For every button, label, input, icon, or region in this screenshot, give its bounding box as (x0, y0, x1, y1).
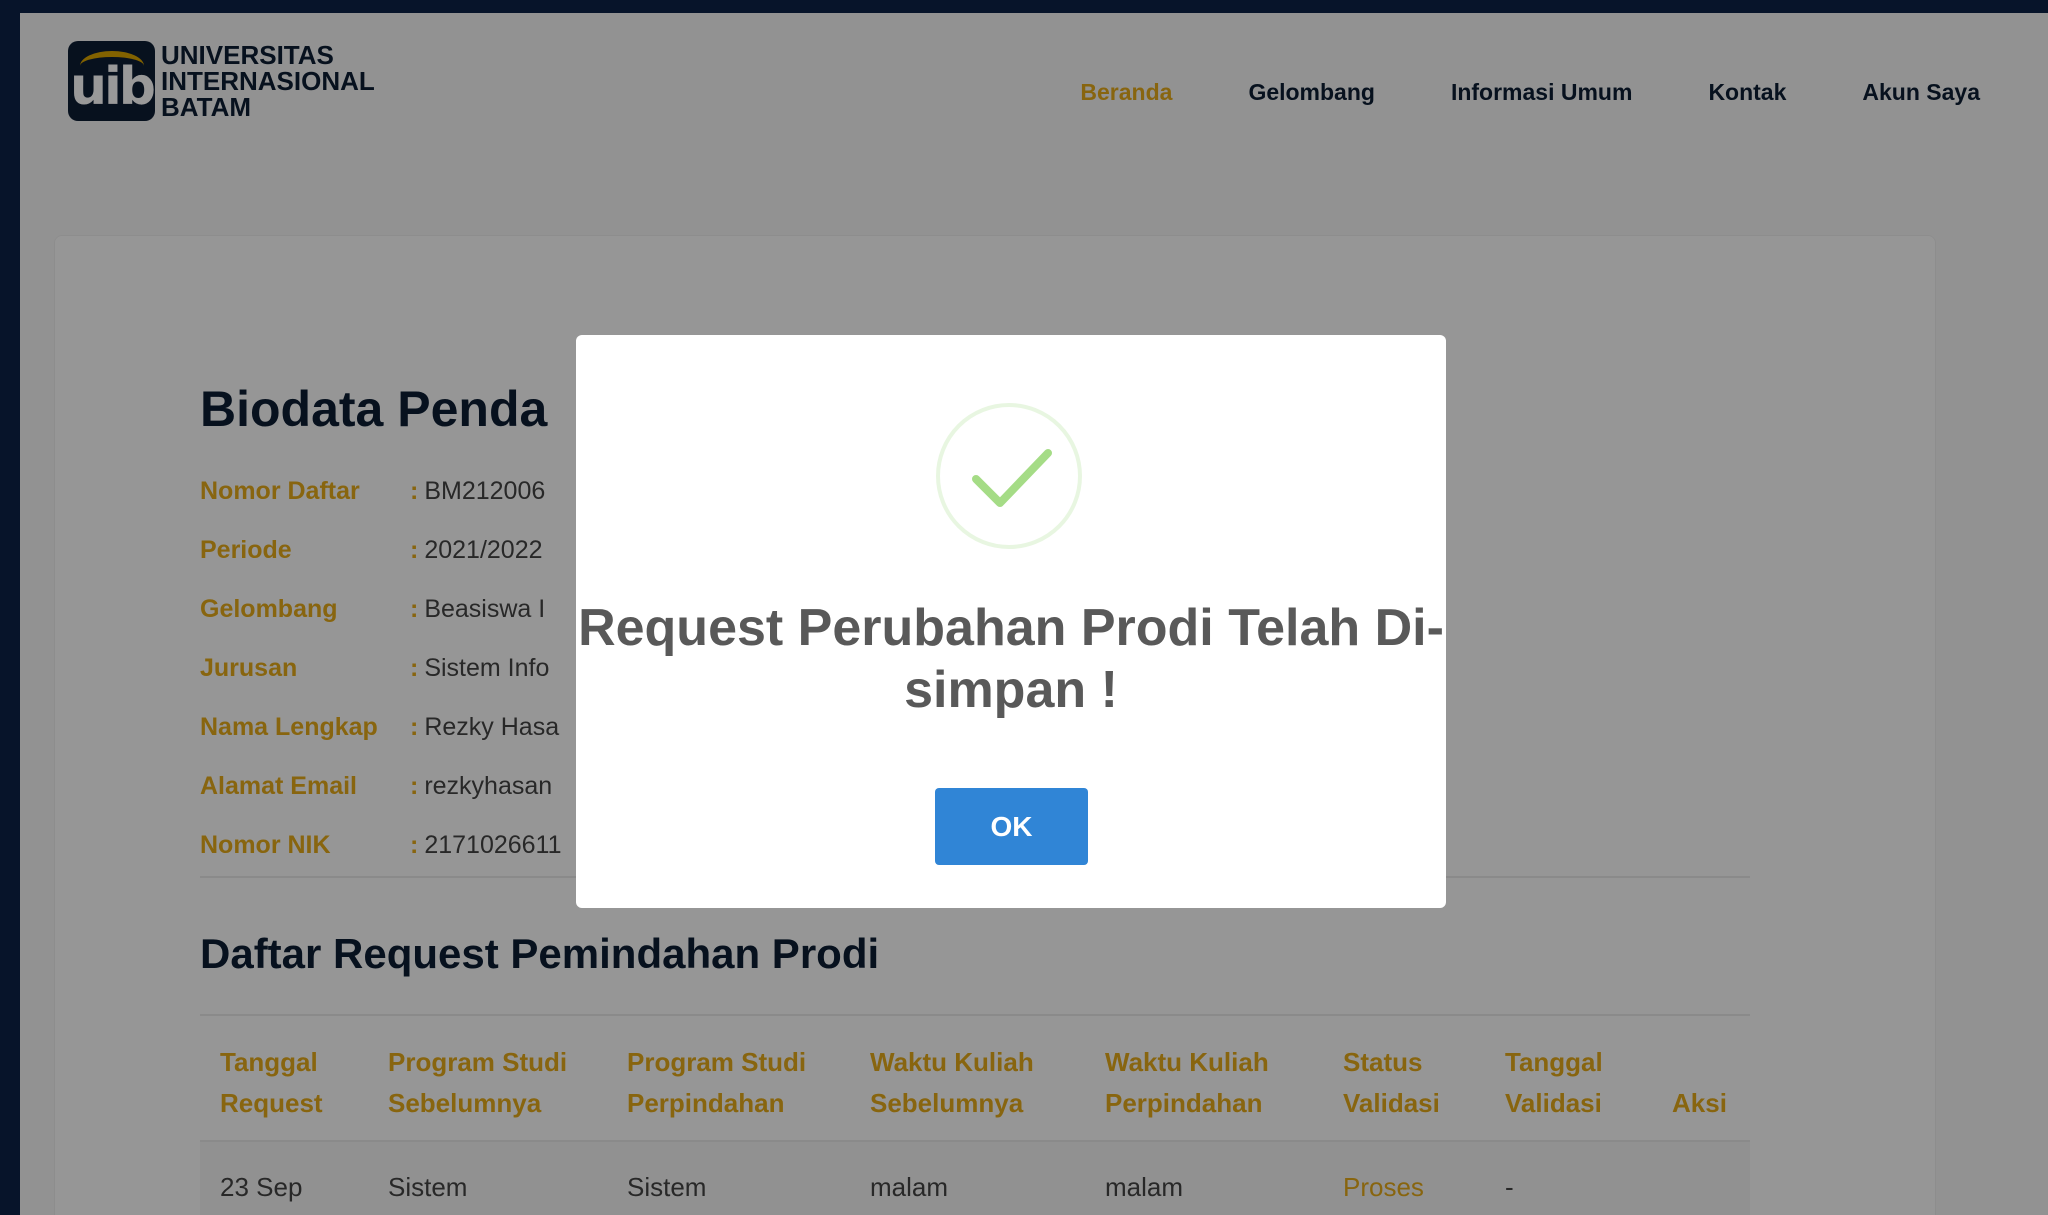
dialog-title: Request Perubahan Prodi Telah Di-simpan … (578, 599, 1444, 719)
ok-button[interactable]: OK (935, 788, 1088, 865)
success-check-icon (936, 403, 1082, 549)
success-dialog: Request Perubahan Prodi Telah Di-simpan … (576, 335, 1446, 908)
